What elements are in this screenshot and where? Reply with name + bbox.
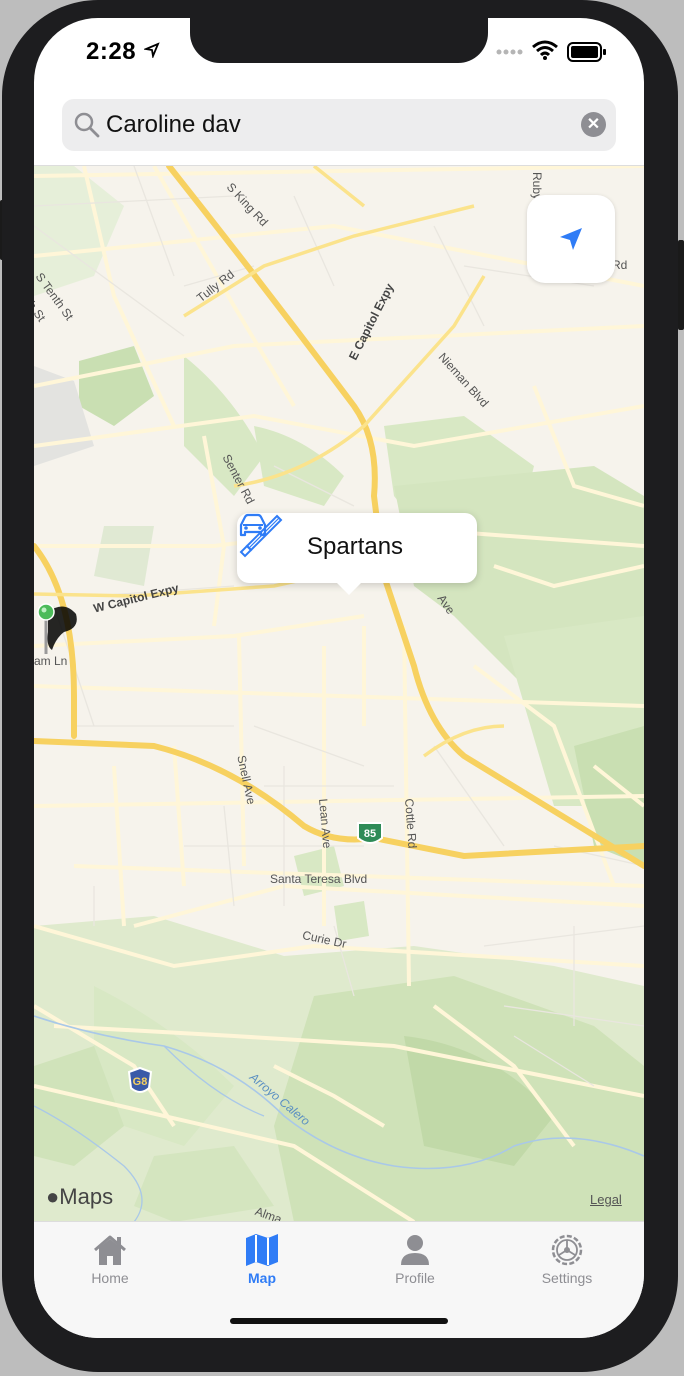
map-layer [34,166,644,1222]
legal-link[interactable]: Legal [590,1192,622,1207]
profile-icon [401,1235,429,1265]
battery-icon [567,42,606,62]
screen: 2:28 Caroline dav ✕ S King Rd Tully Rd S… [34,18,644,1338]
highway-shield-85: 85 [357,822,383,844]
map-view[interactable]: S King Rd Tully Rd S Tenth St th St E Ca… [34,165,644,1227]
side-button [678,240,684,330]
shield-label: 85 [364,828,376,840]
search-bar[interactable]: Caroline dav ✕ [62,99,616,151]
wifi-icon [532,40,558,60]
current-location-button[interactable] [527,195,615,283]
apple-logo-icon: ● [46,1184,60,1209]
road-label: Santa Teresa Blvd [270,872,368,886]
annotation-callout[interactable]: Spartans [237,513,477,595]
tab-label: Home [91,1270,129,1286]
device-frame: 2:28 Caroline dav ✕ S King Rd Tully Rd S… [0,0,684,1376]
callout-title: Spartans [307,533,404,560]
home-indicator [230,1318,448,1324]
tab-label: Settings [541,1270,593,1286]
clear-icon[interactable]: ✕ [581,112,606,137]
home-icon [94,1235,126,1265]
shield-label: G8 [133,1076,148,1088]
bat-icon[interactable] [237,513,283,559]
tab-label: Map [248,1270,276,1286]
signal-icon [496,49,523,55]
tab-map[interactable]: Map [207,1232,317,1286]
tab-home[interactable]: Home [55,1232,165,1286]
map-pin-icon[interactable] [34,602,82,662]
maps-attribution: ●Maps [46,1184,113,1210]
maps-attribution-label: Maps [59,1184,114,1209]
settings-icon [551,1234,583,1266]
county-shield-g8: G8 [127,1066,153,1093]
search-icon [74,112,100,138]
tab-label: Profile [395,1270,435,1286]
notch [190,18,488,63]
location-arrow-icon [560,228,582,250]
tab-settings[interactable]: Settings [512,1232,622,1286]
search-input[interactable]: Caroline dav [106,111,241,139]
tab-profile[interactable]: Profile [360,1232,470,1286]
map-icon [246,1234,278,1266]
location-arrow-icon [144,42,160,58]
status-time: 2:28 [86,38,137,65]
